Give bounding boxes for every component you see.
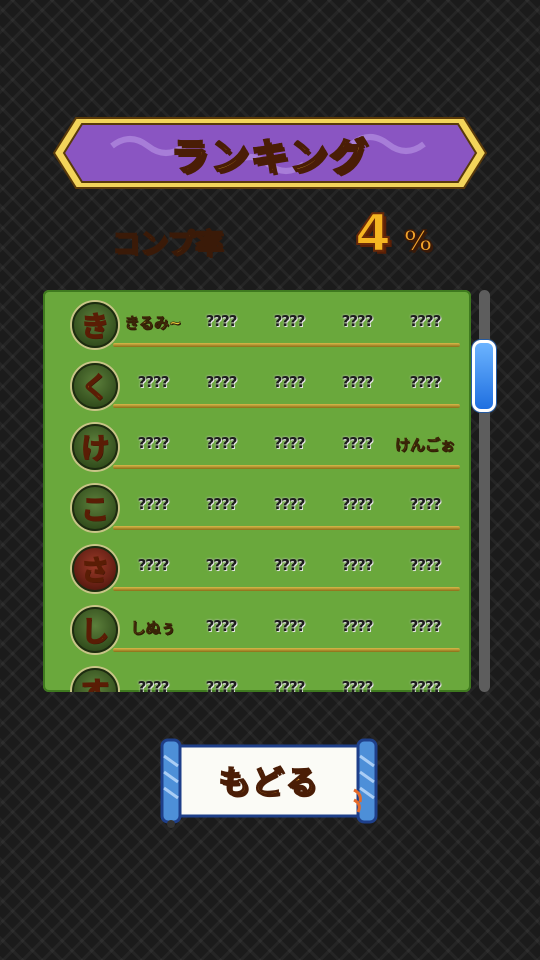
ranking-cell: ???? [409,678,442,692]
completion-label: コンプ率 [111,226,224,261]
ranking-cell: ???? [205,312,238,330]
ranking-cell: ???? [137,678,170,692]
ranking-cell: ???? [273,373,306,391]
ranking-cell: ???? [273,556,306,574]
ranking-row: さ ???? ???? ???? ???? ???? [43,534,471,595]
ranking-cell: ???? [137,434,170,452]
row-underline [113,648,460,652]
kana-badge: き [72,302,118,348]
ranking-cell: ???? [137,556,170,574]
ranking-cell: ???? [205,373,238,391]
ranking-cell: ???? [273,678,306,692]
ranking-row: く ???? ???? ???? ???? ???? [43,351,471,412]
ranking-cell: ???? [341,678,374,692]
ranking-cell: ???? [341,617,374,635]
ranking-cell: ???? [205,556,238,574]
row-underline [113,343,460,347]
kana-badge: け [72,424,118,470]
ranking-cell: ???? [273,495,306,513]
title-banner: ランキング [52,116,488,190]
row-underline [113,465,460,469]
ranking-cell: ???? [409,495,442,513]
ranking-cell: ???? [137,373,170,391]
ranking-cell: ???? [205,617,238,635]
ranking-cell: ???? [341,495,374,513]
ranking-cell: ???? [409,312,442,330]
ranking-cell: ???? [341,556,374,574]
back-button-label: もどる [218,762,320,802]
kana-badge: さ [72,546,118,592]
ranking-row: こ ???? ???? ???? ???? ???? [43,473,471,534]
ranking-cell: ???? [205,434,238,452]
completion-value: 4 [354,203,392,265]
kana-badge: く [72,363,118,409]
ranking-cell: けんごぉ [394,436,456,455]
ranking-row: す ???? ???? ???? ???? ???? [43,656,471,692]
ranking-cell: ???? [341,373,374,391]
ranking-cell: ???? [341,434,374,452]
ranking-cell: ???? [273,617,306,635]
back-button[interactable]: もどる [158,736,380,828]
ranking-row: し しぬぅ ???? ???? ???? ???? [43,595,471,656]
ranking-row: け ???? ???? ???? ???? けんごぉ [43,412,471,473]
ranking-cell: ???? [409,373,442,391]
scrollbar-thumb[interactable] [472,340,496,412]
ranking-row: き きるみ~ ???? ???? ???? ???? [43,290,471,351]
ranking-cell: ???? [409,556,442,574]
ranking-cell: ???? [205,495,238,513]
kana-badge: す [72,668,118,692]
kana-badge: し [72,607,118,653]
ranking-cell: ???? [409,617,442,635]
row-underline [113,587,460,591]
ranking-cell: しぬぅ [130,619,176,638]
ranking-cell: ???? [205,678,238,692]
row-underline [113,404,460,408]
completion-unit: % [403,223,433,258]
kana-badge: こ [72,485,118,531]
ranking-cell: ???? [273,434,306,452]
ranking-cell: ???? [137,495,170,513]
ranking-list[interactable]: き きるみ~ ???? ???? ???? ???? く ???? ???? ?… [43,290,471,692]
ranking-cell: ???? [273,312,306,330]
ranking-cell: ???? [341,312,374,330]
row-underline [113,526,460,530]
ranking-cell: きるみ~ [124,314,182,333]
page-title: ランキング [170,134,370,180]
